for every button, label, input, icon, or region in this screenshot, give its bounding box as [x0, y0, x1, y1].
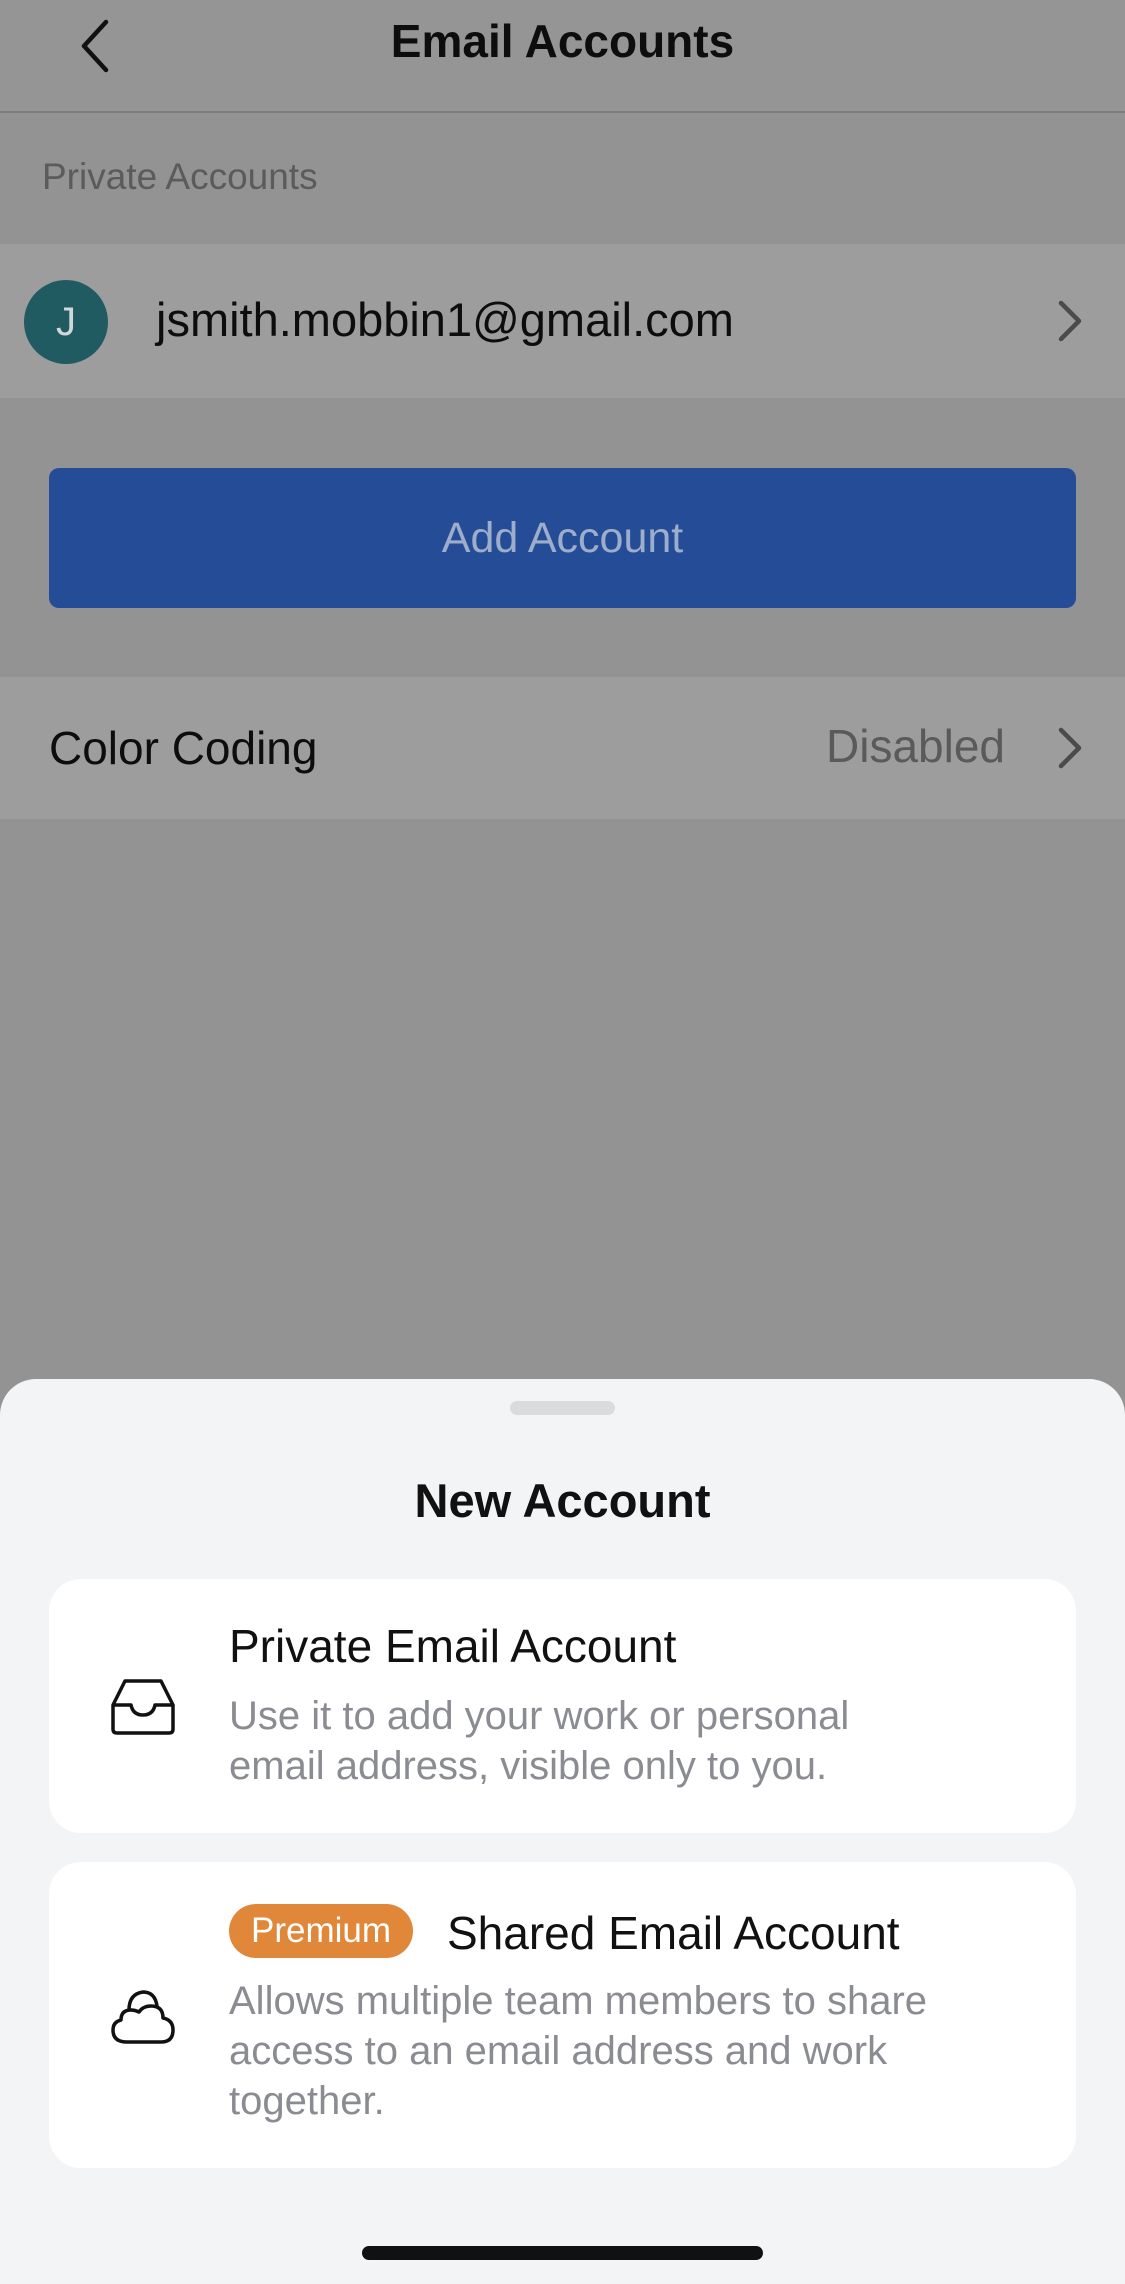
avatar: J [24, 280, 108, 364]
new-account-sheet: New Account Private Email Account Use it… [0, 1379, 1125, 2284]
option-description: Allows multiple team members to share ac… [229, 1979, 928, 2123]
home-indicator [362, 2246, 763, 2260]
option-title: Private Email Account [229, 1620, 677, 1672]
private-email-account-option[interactable]: Private Email Account Use it to add your… [49, 1579, 1076, 1833]
team-cloud-icon [111, 1990, 175, 2044]
premium-badge: Premium [229, 1904, 414, 1958]
chevron-right-icon [1058, 300, 1082, 342]
add-account-button[interactable]: Add Account [49, 468, 1076, 608]
inbox-tray-icon [111, 1679, 175, 1735]
chevron-right-icon [1058, 727, 1082, 769]
navigation-bar: Email Accounts [0, 0, 1125, 113]
color-coding-label: Color Coding [49, 722, 318, 774]
option-description: Use it to add your work or personal emai… [229, 1694, 850, 1788]
color-coding-value: Disabled [826, 720, 1005, 772]
option-title: Shared Email Account [447, 1907, 900, 1959]
section-label-private-accounts: Private Accounts [42, 156, 318, 197]
sheet-title: New Account [414, 1474, 711, 1527]
shared-email-account-option[interactable]: Premium Shared Email Account Allows mult… [49, 1862, 1076, 2168]
account-row[interactable]: J jsmith.mobbin1@gmail.com [0, 244, 1125, 398]
page-title: Email Accounts [390, 15, 735, 67]
color-coding-row[interactable]: Color Coding Disabled [0, 677, 1125, 819]
account-email: jsmith.mobbin1@gmail.com [156, 293, 734, 346]
sheet-grabber[interactable] [510, 1401, 615, 1415]
